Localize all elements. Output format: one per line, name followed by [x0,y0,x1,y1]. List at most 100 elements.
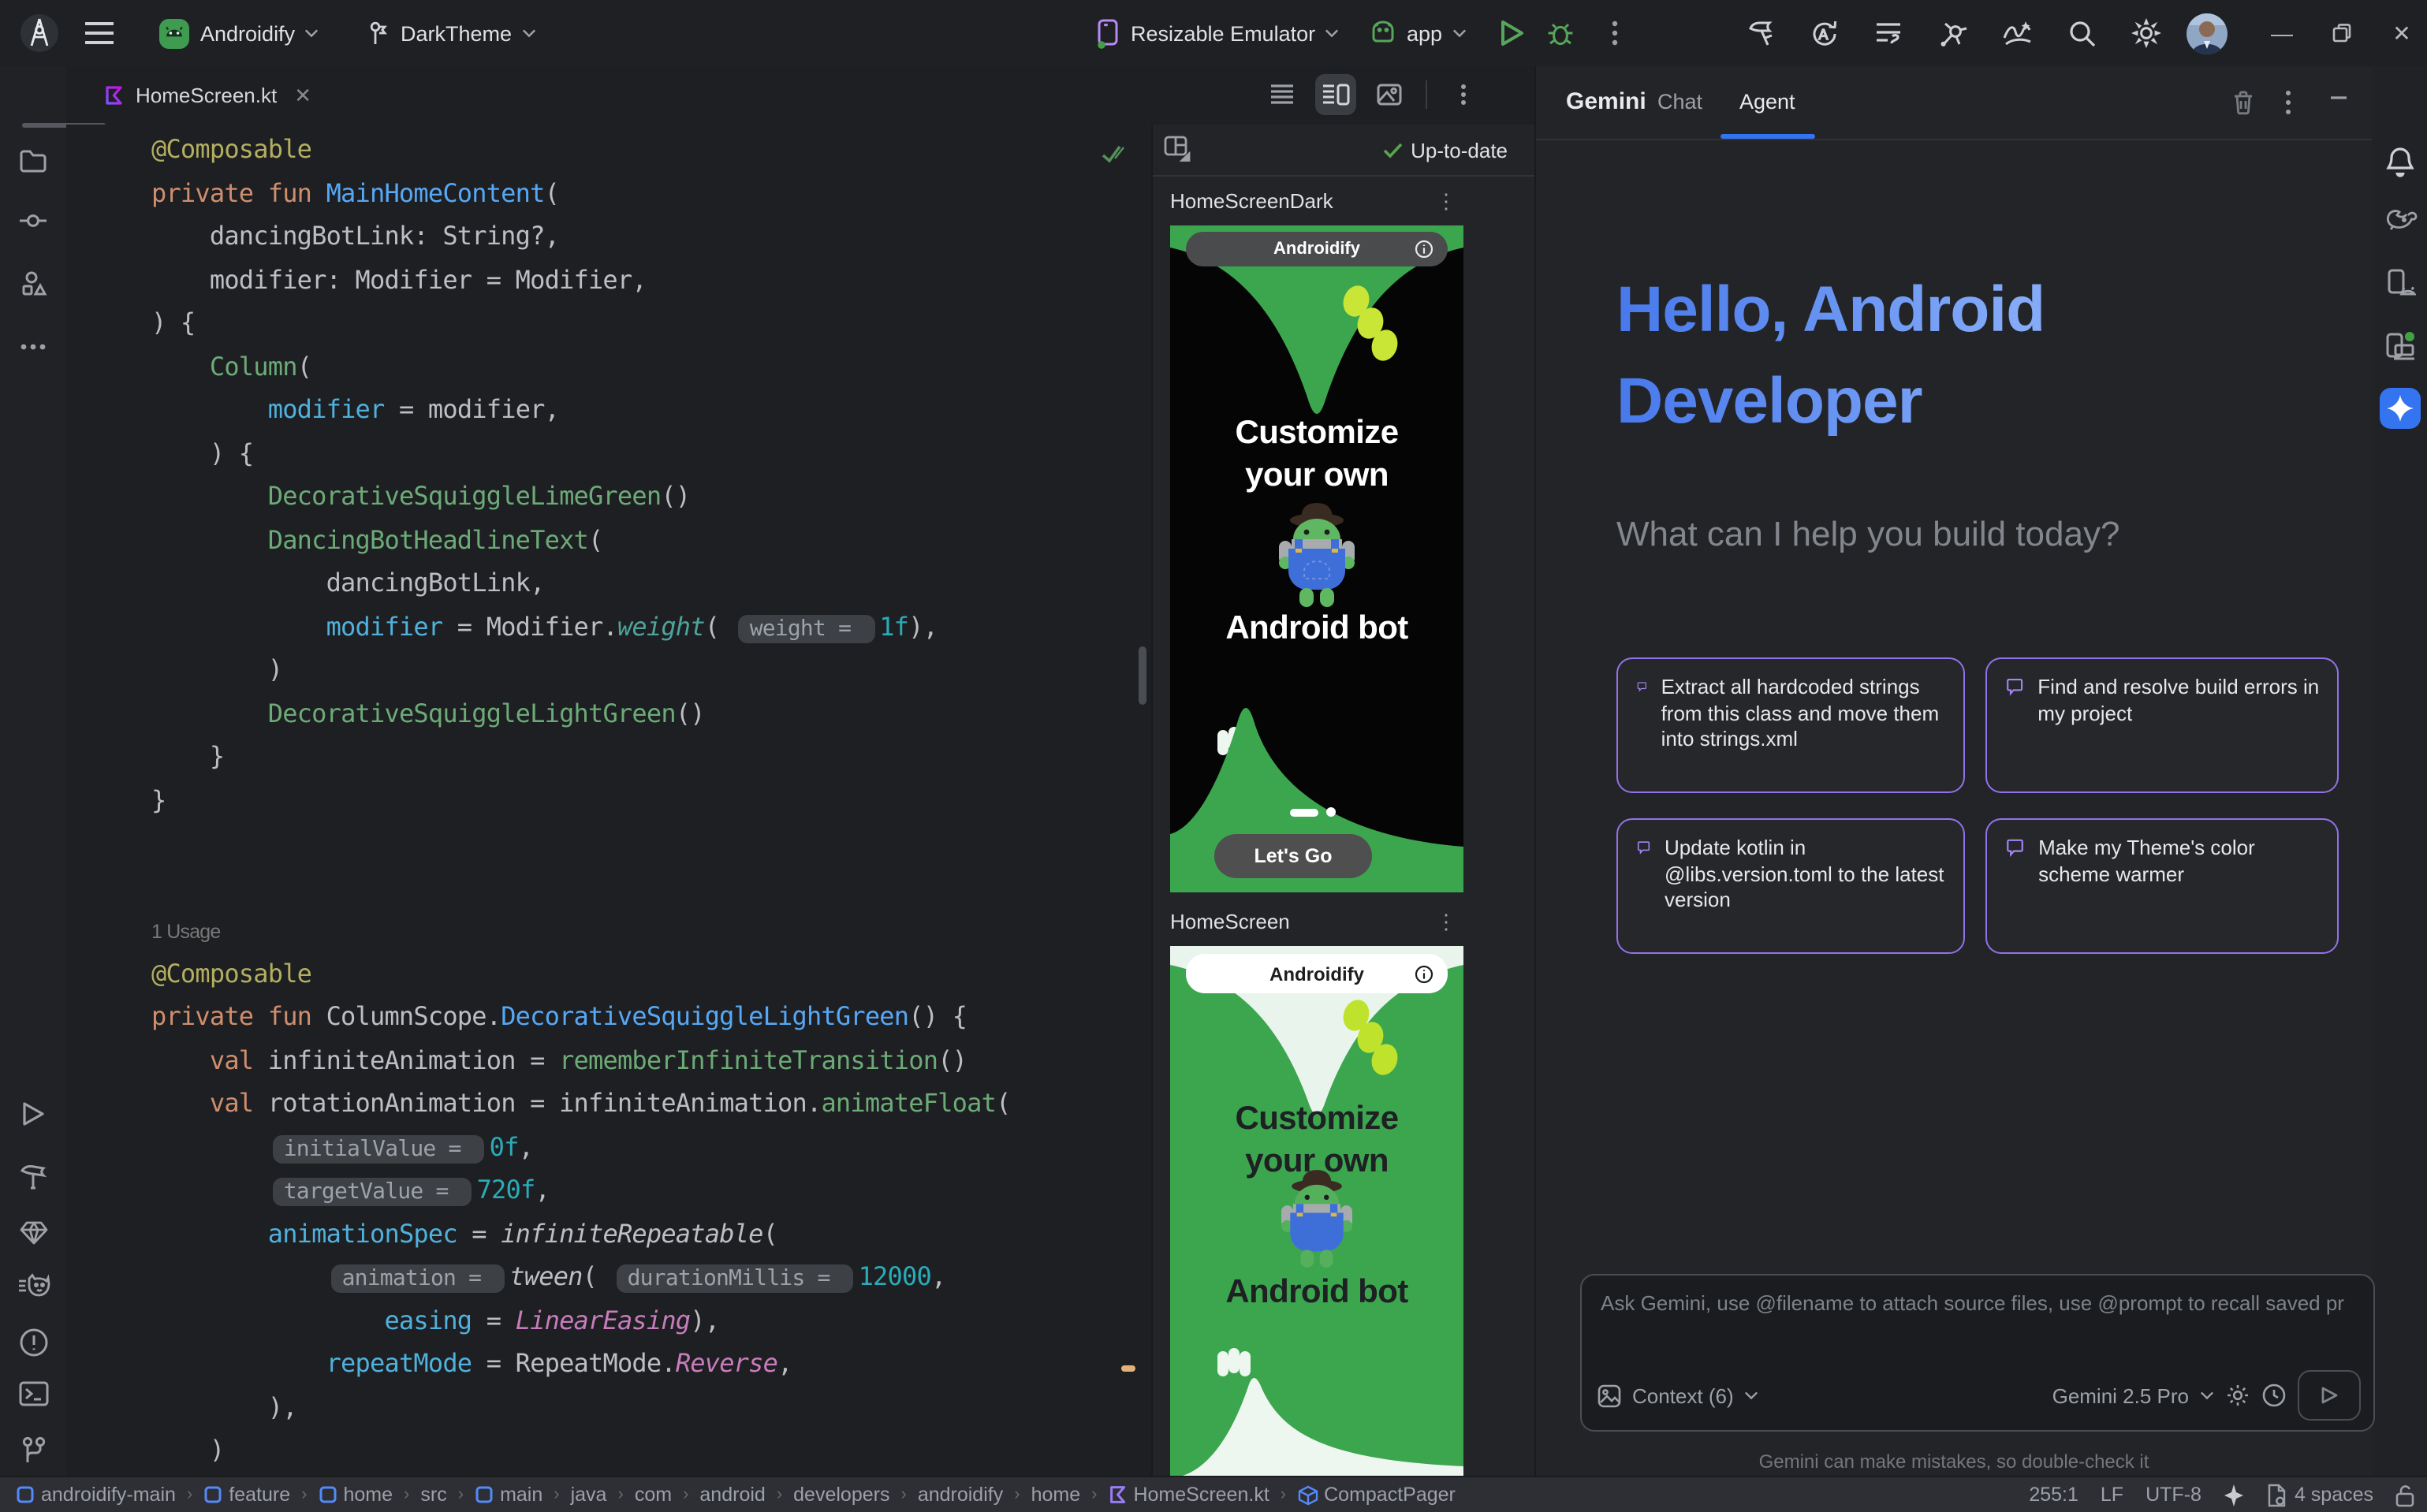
preview-light-menu-icon[interactable]: ⋮ [1433,910,1459,935]
more-tools-icon[interactable] [0,344,66,350]
project-tool-icon[interactable] [0,148,66,173]
settings-icon[interactable] [2131,17,2162,49]
preview-homescreen[interactable]: Androidify Customize your own Android bo… [1170,946,1463,1476]
file-encoding[interactable]: UTF-8 [2146,1484,2201,1506]
app-insights-tool-icon[interactable] [0,1219,66,1247]
app-module-icon [1369,20,1397,46]
preview-homescreendark[interactable]: Androidify Customize your own Android bo… [1170,225,1463,892]
tab-homescreen-kt[interactable]: HomeScreen.kt ✕ [88,66,327,125]
device-icon [1094,18,1121,48]
code-line: val rotationAnimation = infiniteAnimatio… [151,1082,1011,1125]
vcs-branch-selector[interactable]: DarkTheme [366,0,535,66]
gemini-suggestion-card[interactable]: Update kotlin in @libs.version.toml to t… [1616,818,1965,954]
right-tool-stripe [2370,66,2427,1476]
device-selector[interactable]: Resizable Emulator [1094,0,1339,66]
breadcrumb-item[interactable]: feature [203,1484,290,1506]
avatar[interactable] [2186,0,2228,66]
attach-context-icon[interactable] [1597,1384,1621,1407]
breadcrumb-item[interactable]: androidify [918,1484,1003,1506]
tab-agent[interactable]: Agent [1739,90,1795,114]
inspections-ok-icon[interactable] [1101,143,1126,164]
context-selector[interactable]: Context (6) [1632,1384,1734,1407]
tab-close-icon[interactable]: ✕ [294,83,311,108]
terminal-tool-icon[interactable] [0,1381,66,1406]
lets-go-button[interactable]: Let's Go [1214,834,1372,878]
search-icon[interactable] [2067,18,2097,48]
indent-setting[interactable]: 4 spaces [2266,1483,2373,1506]
ai-scribble-icon[interactable] [2001,19,2034,47]
build-icon[interactable] [1747,18,1777,48]
run-tool-icon[interactable] [0,1100,66,1127]
breadcrumb-item[interactable]: main [475,1484,542,1506]
gemini-suggestion-card[interactable]: Find and resolve build errors in my proj… [1985,657,2339,793]
history-icon[interactable] [2261,1383,2287,1408]
close-button[interactable]: ✕ [2378,0,2425,66]
model-selector[interactable]: Gemini 2.5 Pro [2052,1384,2189,1407]
androidify-pill-light: Androidify [1186,954,1448,993]
split-view-button[interactable] [1315,74,1356,115]
code-line: 1 Usage [151,908,1011,952]
gemini-tool-icon[interactable] [2372,388,2427,429]
lock-icon[interactable] [2395,1483,2414,1506]
android-studio-logo-icon[interactable] [19,0,60,66]
code-line: DecorativeSquiggleLimeGreen() [151,475,1011,518]
sync-icon[interactable]: A [1810,18,1840,48]
code-editor[interactable]: @Composableprivate fun MainHomeContent( … [66,125,1151,1476]
card-label: Make my Theme's color scheme warmer [2038,836,2321,937]
breadcrumb-item[interactable]: java [571,1484,607,1506]
breadcrumb-item[interactable]: CompactPager [1297,1484,1456,1506]
restore-button[interactable] [2318,0,2365,66]
sparkle-icon[interactable] [2224,1483,2244,1506]
gemini-more-options-icon[interactable] [2285,90,2291,115]
gradle-icon[interactable] [2372,208,2427,235]
design-view-button[interactable] [1369,74,1410,115]
run-more-options-icon[interactable] [1612,0,1618,66]
clear-conversation-icon[interactable] [2231,90,2255,115]
profiler-tool-icon[interactable] [0,1272,66,1299]
breadcrumb-item[interactable]: android [699,1484,765,1506]
code-view-button[interactable] [1262,74,1303,115]
gemini-suggestion-card[interactable]: Make my Theme's color scheme warmer [1985,818,2339,954]
breadcrumb-item[interactable]: home [318,1484,393,1506]
debug-button[interactable] [1545,0,1575,66]
run-button[interactable] [1498,0,1525,66]
line-ending[interactable]: LF [2101,1484,2123,1506]
problems-tool-icon[interactable] [0,1328,66,1357]
breadcrumb-item[interactable]: src [420,1484,446,1506]
editor-more-options-icon[interactable] [1443,74,1484,115]
hamburger-menu-icon[interactable] [85,0,114,66]
chevron-down-icon [521,28,535,38]
preview-dark-menu-icon[interactable]: ⋮ [1433,189,1459,214]
project-selector[interactable]: Androidify [158,0,319,66]
editor-scrollbar[interactable] [1139,646,1146,705]
gemini-input-box[interactable]: Ask Gemini, use @filename to attach sour… [1580,1274,2375,1432]
breadcrumb-separator: › [1279,1485,1288,1504]
tab-chat[interactable]: Chat [1657,90,1702,114]
breadcrumb-item[interactable]: HomeScreen.kt [1108,1484,1269,1506]
card-label: Extract all hardcoded strings from this … [1661,675,1948,776]
preview-layout-icon[interactable] [1164,136,1191,162]
preview-name-light[interactable]: HomeScreen [1170,910,1290,933]
profiler-icon[interactable] [1937,18,1968,48]
notifications-icon[interactable] [2372,145,2427,178]
commit-tool-icon[interactable] [0,211,66,230]
breadcrumb-item[interactable]: home [1031,1484,1081,1506]
caret-position[interactable]: 255:1 [2029,1484,2078,1506]
build-tool-icon[interactable] [0,1162,66,1192]
breadcrumb-item[interactable]: androidify-main [16,1484,176,1506]
running-devices-icon[interactable] [2372,330,2427,361]
hide-panel-icon[interactable] [2328,87,2350,109]
send-button[interactable] [2298,1370,2361,1421]
gemini-suggestion-card[interactable]: Extract all hardcoded strings from this … [1616,657,1965,793]
todo-icon[interactable] [1873,20,1903,47]
breadcrumb-item[interactable]: com [635,1484,672,1506]
structure-tool-icon[interactable] [0,270,66,298]
project-name: Androidify [200,21,295,45]
gemini-settings-icon[interactable] [2225,1383,2250,1408]
preview-name-dark[interactable]: HomeScreenDark [1170,189,1333,213]
version-control-tool-icon[interactable] [0,1436,66,1465]
device-manager-icon[interactable] [2372,268,2427,300]
run-config-selector[interactable]: app [1369,0,1466,66]
breadcrumb-item[interactable]: developers [793,1484,889,1506]
minimize-button[interactable]: — [2258,0,2306,66]
